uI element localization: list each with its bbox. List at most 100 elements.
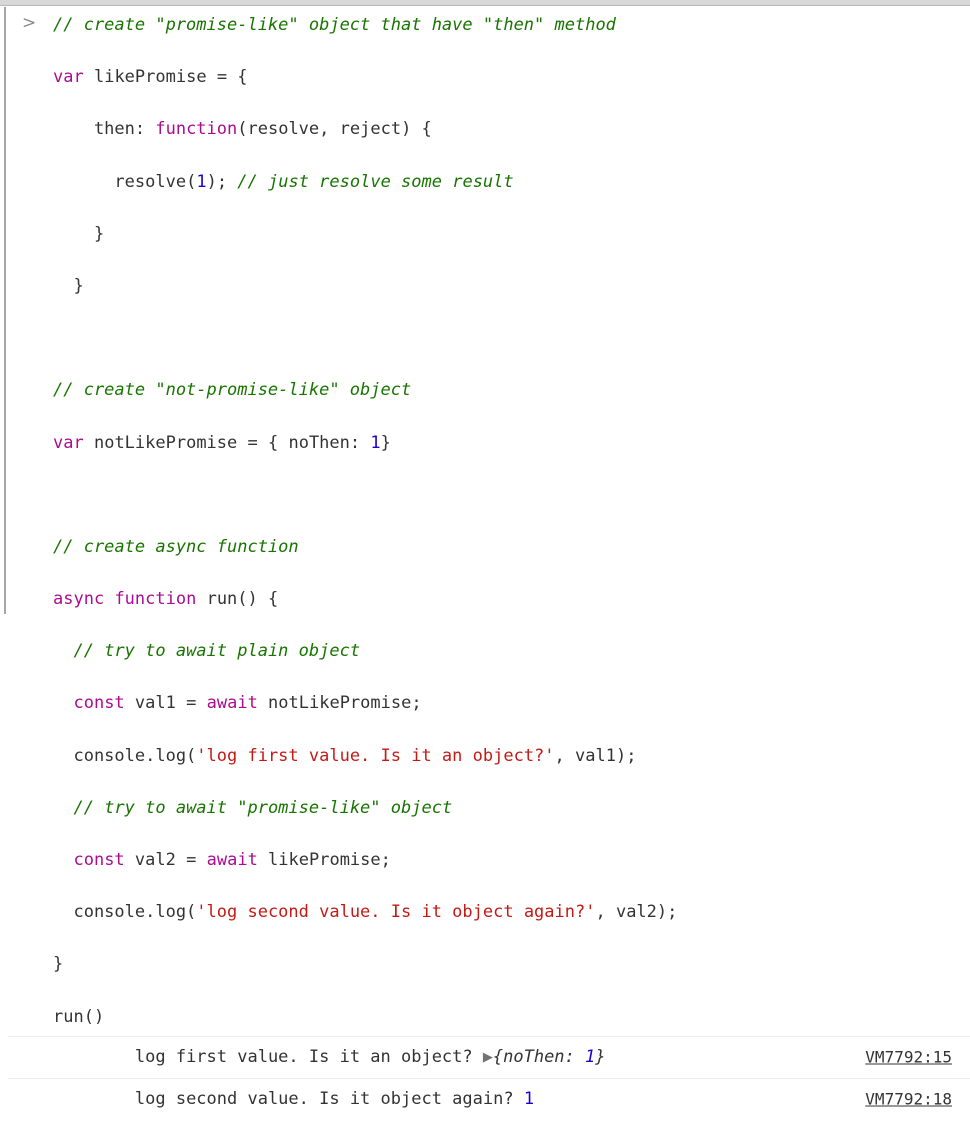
devtools-console-panel: > // create "promise-like" object that h…	[0, 0, 970, 1109]
object-preview-open: {noThen:	[492, 1046, 586, 1067]
code-token-plain: (	[237, 119, 248, 140]
code-token-plain: ) {	[401, 119, 432, 140]
code-token-plain: console.log(	[53, 902, 197, 923]
code-line: async function run() {	[53, 586, 970, 612]
code-token-plain: }	[380, 432, 391, 453]
code-token-keyword: await	[206, 693, 258, 714]
output-message-text-1: log first value. Is it an object?	[134, 1046, 483, 1067]
prompt-chevron-icon: >	[22, 13, 37, 33]
console-message-list: > // create "promise-like" object that h…	[8, 7, 970, 1109]
code-token-operator: =	[247, 432, 258, 453]
code-token-plain: ,	[554, 745, 576, 766]
code-line: }	[53, 951, 970, 977]
code-line: // try to await plain object	[53, 638, 970, 664]
code-token-plain: () {	[237, 589, 279, 610]
console-source-code[interactable]: // create "promise-like" object that hav…	[8, 12, 970, 1030]
code-token-comment: // just resolve some result	[237, 171, 514, 192]
code-token-keyword: await	[206, 850, 258, 870]
code-token-comment: // try to await "promise-like" object	[73, 797, 453, 818]
code-line: // create "promise-like" object that hav…	[53, 12, 970, 38]
code-line: }	[53, 273, 970, 299]
source-link-2[interactable]: VM7792:18	[865, 1090, 952, 1109]
code-token-identifier: val2	[134, 850, 176, 870]
code-token-comment: // create async function	[53, 536, 299, 557]
code-token-operator: =	[216, 67, 228, 88]
output-value-2: 1	[523, 1089, 535, 1110]
code-token-plain: );	[656, 902, 678, 923]
code-line: console.log('log second value. Is it obj…	[53, 899, 970, 925]
code-token-plain: ,	[595, 902, 616, 923]
code-token-plain: }	[53, 223, 105, 244]
window-top-strip	[0, 0, 970, 6]
code-token-plain: then:	[53, 119, 156, 140]
code-token-operator: =	[186, 693, 197, 714]
source-link-1[interactable]: VM7792:15	[865, 1048, 952, 1067]
code-token-comment: // create "not-promise-like" object	[53, 380, 412, 401]
code-token-identifier: val1	[134, 693, 176, 714]
code-token-keyword: function	[155, 119, 238, 140]
code-token-identifier: reject	[339, 119, 402, 140]
code-token-plain: {	[227, 67, 248, 88]
code-line	[53, 482, 970, 508]
object-preview-1[interactable]: {noThen: 1}	[493, 1047, 606, 1067]
code-token-identifier: run	[206, 589, 238, 610]
code-token-plain: ,	[319, 119, 340, 140]
code-token-keyword: async	[53, 589, 105, 610]
code-token-plain: console.log(	[53, 745, 197, 766]
code-token-keyword: const	[73, 693, 125, 714]
code-token-plain: }	[53, 954, 64, 975]
code-token-plain: );	[206, 171, 238, 192]
code-line: const val2 = await likePromise;	[53, 847, 970, 873]
object-preview-close: }	[595, 1046, 606, 1067]
code-line: resolve(1); // just resolve some result	[53, 169, 970, 195]
code-line	[53, 325, 970, 351]
code-token-number: 1	[196, 171, 207, 192]
code-line: }	[53, 221, 970, 247]
code-token-comment: // try to await plain object	[73, 641, 361, 662]
code-token-identifier: notLikePromise	[93, 432, 238, 453]
code-token-plain: likePromise;	[257, 850, 391, 870]
code-line: // create async function	[53, 534, 970, 560]
code-line: // try to await "promise-like" object	[53, 795, 970, 821]
code-line: then: function(resolve, reject) {	[53, 116, 970, 142]
code-token-identifier: val1	[575, 745, 616, 766]
code-token-identifier: resolve	[247, 119, 320, 140]
code-token-operator: =	[186, 850, 197, 870]
object-preview-value: 1	[585, 1046, 596, 1067]
code-token-keyword: var	[53, 67, 84, 88]
console-output-message-2: log second value. Is it object again? 1	[8, 1066, 534, 1132]
code-token-string: 'log first value. Is it an object?'	[196, 745, 555, 766]
code-line: console.log('log first value. Is it an o…	[53, 743, 970, 769]
code-token-keyword: function	[114, 589, 197, 610]
output-message-text-2: log second value. Is it object again?	[134, 1089, 524, 1110]
code-token-string: 'log second value. Is it object again?'	[196, 902, 596, 923]
code-token-plain: );	[615, 745, 637, 766]
code-line: var likePromise = {	[53, 64, 970, 90]
code-line: const val1 = await notLikePromise;	[53, 690, 970, 716]
code-token-plain: notLikePromise;	[257, 693, 422, 714]
code-token-keyword: var	[53, 432, 84, 453]
console-input-entry[interactable]: > // create "promise-like" object that h…	[8, 7, 970, 1036]
code-token-identifier: likePromise	[93, 67, 207, 88]
code-token-plain: }	[53, 275, 84, 296]
code-token-comment: // create "promise-like" object that hav…	[53, 15, 616, 35]
console-left-gutter	[0, 7, 6, 614]
console-output-row-2[interactable]: log second value. Is it object again? 1 …	[8, 1077, 970, 1120]
code-line: // create "not-promise-like" object	[53, 377, 970, 403]
